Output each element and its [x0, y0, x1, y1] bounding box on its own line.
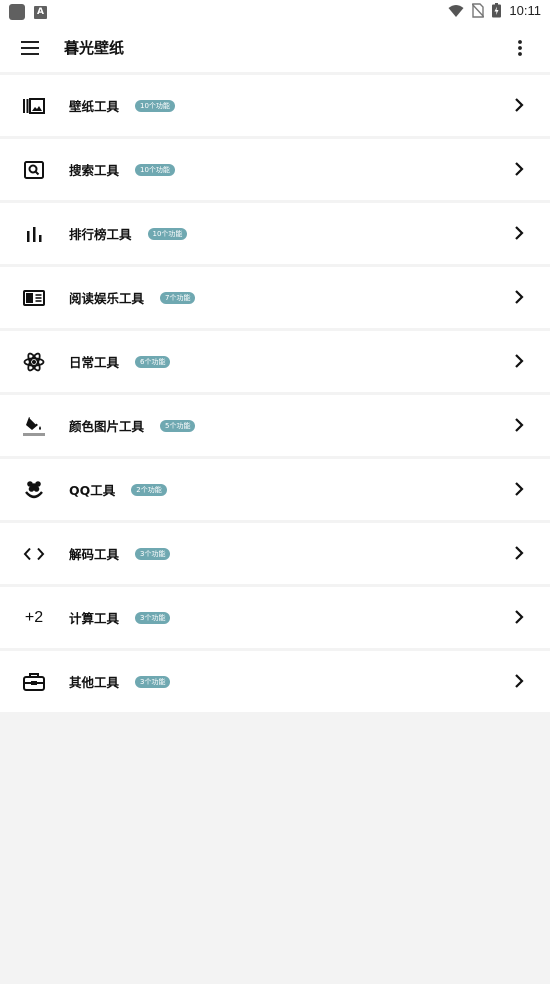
- app-notification-icon: [9, 4, 25, 20]
- category-label: 日常工具: [69, 355, 120, 370]
- bar-chart-icon: [22, 222, 46, 246]
- no-sim-icon: [472, 3, 485, 18]
- chevron-right-icon: [515, 354, 524, 368]
- chevron-right-icon: [515, 162, 524, 176]
- chevron-right-icon: [515, 98, 524, 112]
- app-title: 暮光壁纸: [64, 39, 125, 57]
- more-options-button[interactable]: [504, 32, 536, 64]
- category-label: 壁纸工具: [69, 99, 120, 114]
- feature-count-badge: 10个功能: [147, 227, 188, 240]
- chevron-right-icon: [515, 226, 524, 240]
- paint-bucket-icon: [22, 414, 46, 438]
- category-label: 解码工具: [69, 547, 120, 562]
- menu-button[interactable]: [14, 32, 46, 64]
- more-vert-icon: [518, 40, 522, 56]
- flower-icon: [22, 478, 46, 502]
- a-notification-icon: A: [34, 5, 47, 19]
- feature-count-badge: 6个功能: [135, 355, 171, 368]
- category-label: 其他工具: [69, 675, 120, 690]
- feature-count-badge: 2个功能: [131, 483, 167, 496]
- feature-count-badge: 5个功能: [160, 419, 196, 432]
- category-row-reading[interactable]: 阅读娱乐工具 7个功能: [0, 267, 550, 328]
- status-bar: A 10:11: [0, 0, 550, 24]
- hamburger-icon: [21, 41, 39, 55]
- feature-count-badge: 3个功能: [135, 611, 171, 624]
- category-label: 排行榜工具: [69, 227, 132, 242]
- category-row-color-image[interactable]: 颜色图片工具 5个功能: [0, 395, 550, 456]
- app-bar: 暮光壁纸: [0, 24, 550, 72]
- category-row-other[interactable]: 其他工具 3个功能: [0, 651, 550, 712]
- feature-count-badge: 7个功能: [160, 291, 196, 304]
- category-label: 计算工具: [69, 611, 120, 626]
- code-icon: [22, 542, 46, 566]
- category-label: 阅读娱乐工具: [69, 291, 145, 306]
- status-time: 10:11: [509, 3, 541, 18]
- category-label: 搜索工具: [69, 163, 120, 178]
- category-row-qq[interactable]: QQ工具 2个功能: [0, 459, 550, 520]
- system-icons: 10:11: [448, 3, 541, 18]
- battery-charging-icon: [492, 3, 502, 18]
- chevron-right-icon: [515, 290, 524, 304]
- category-row-search[interactable]: 搜索工具 10个功能: [0, 139, 550, 200]
- chevron-right-icon: [515, 674, 524, 688]
- plus-two-icon: +2: [22, 606, 46, 630]
- toolbox-icon: [22, 670, 46, 694]
- feature-count-badge: 10个功能: [135, 163, 175, 176]
- book-reader-icon: [22, 286, 46, 310]
- category-row-wallpaper[interactable]: 壁纸工具 10个功能: [0, 75, 550, 136]
- tool-category-list: 壁纸工具 10个功能 搜索工具 10个功能 排行榜工具 10个功能 阅读娱乐工具: [0, 75, 550, 715]
- wallpaper-gallery-icon: [22, 94, 46, 118]
- chevron-right-icon: [515, 418, 524, 432]
- category-row-calculate[interactable]: +2 计算工具 3个功能: [0, 587, 550, 648]
- image-search-icon: [22, 158, 46, 182]
- chevron-right-icon: [515, 546, 524, 560]
- category-row-daily[interactable]: 日常工具 6个功能: [0, 331, 550, 392]
- category-label: 颜色图片工具: [69, 419, 145, 434]
- category-label: QQ工具: [69, 483, 116, 498]
- chevron-right-icon: [515, 610, 524, 624]
- category-row-decode[interactable]: 解码工具 3个功能: [0, 523, 550, 584]
- atom-icon: [22, 350, 46, 374]
- feature-count-badge: 10个功能: [135, 99, 175, 112]
- wifi-icon: [448, 4, 464, 17]
- chevron-right-icon: [515, 482, 524, 496]
- feature-count-badge: 3个功能: [135, 547, 171, 560]
- feature-count-badge: 3个功能: [135, 675, 171, 688]
- category-row-ranking[interactable]: 排行榜工具 10个功能: [0, 203, 550, 264]
- notification-icons: A: [9, 4, 47, 20]
- plus-two-text: +2: [24, 609, 44, 626]
